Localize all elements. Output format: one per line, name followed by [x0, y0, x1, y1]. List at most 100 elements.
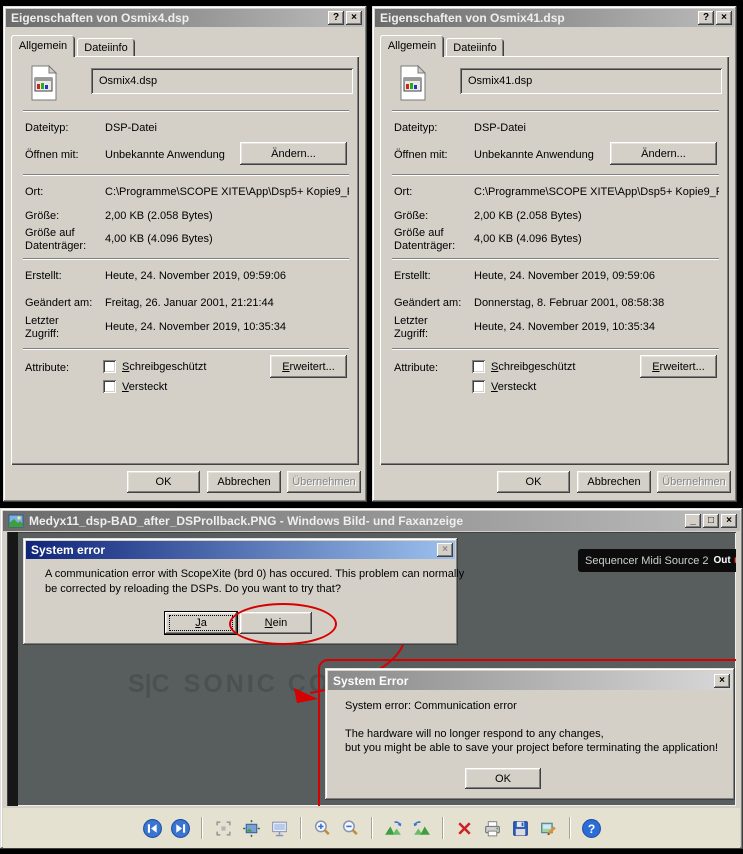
delete-button[interactable] [452, 816, 476, 840]
viewer-title: Medyx11_dsp-BAD_after_DSProllback.PNG - … [29, 514, 463, 528]
checkbox-schreibgeschuetzt[interactable] [472, 360, 485, 373]
groesse-label: Größe: [25, 210, 59, 222]
groesse-auf-value: 4,00 KB (4.096 Bytes) [105, 233, 213, 245]
title-bar[interactable]: Eigenschaften von Osmix4.dsp [6, 9, 364, 27]
zugriff-value: Heute, 24. November 2019, 10:35:34 [474, 321, 655, 333]
dialog-title: Eigenschaften von Osmix41.dsp [380, 11, 565, 25]
erweitert-button[interactable]: Erweitert... [640, 355, 717, 378]
dateityp-value: DSP-Datei [474, 122, 526, 134]
dsp-file-icon [396, 64, 430, 107]
error-message-line3: but you might be able to save your proje… [345, 742, 718, 754]
abbrechen-button[interactable]: Abbrechen [577, 471, 651, 493]
ort-label: Ort: [394, 186, 412, 198]
checkbox-versteckt[interactable] [472, 380, 485, 393]
filename-field[interactable]: Osmix41.dsp [460, 68, 722, 94]
error-message-line1: A communication error with ScopeXite (br… [45, 568, 464, 580]
uebernehmen-button[interactable]: Übernehmen [657, 471, 731, 493]
filename-value: Osmix41.dsp [468, 75, 532, 87]
title-bar[interactable]: System Error [328, 671, 732, 690]
help-button[interactable]: ? [328, 11, 344, 25]
erweitert-button[interactable]: Erweitert... [270, 355, 347, 378]
separator [392, 110, 719, 111]
rotate-counterclockwise-button[interactable] [409, 816, 433, 840]
zoom-out-button[interactable] [338, 816, 362, 840]
title-bar[interactable]: System error [26, 541, 455, 559]
close-button[interactable]: × [437, 543, 453, 557]
versteckt-label: Versteckt [122, 381, 167, 393]
ok-button[interactable]: OK [465, 768, 541, 789]
groesse-auf-value: 4,00 KB (4.096 Bytes) [474, 233, 582, 245]
erstellt-label: Erstellt: [394, 270, 431, 282]
next-image-button[interactable] [168, 816, 192, 840]
separator [23, 348, 349, 349]
sequencer-out-label: Out [714, 555, 731, 566]
viewer-title-bar[interactable]: Medyx11_dsp-BAD_after_DSProllback.PNG - … [3, 511, 740, 531]
oeffnen-label: Öffnen mit: [394, 149, 448, 161]
ja-button[interactable]: Ja [165, 612, 237, 634]
previous-image-button[interactable] [140, 816, 164, 840]
filename-value: Osmix4.dsp [99, 75, 157, 87]
erstellt-value: Heute, 24. November 2019, 09:59:06 [474, 270, 655, 282]
tab-page [380, 56, 729, 465]
tab-dateiinfo[interactable]: Dateiinfo [446, 38, 504, 57]
close-button[interactable]: × [346, 11, 362, 25]
checkbox-schreibgeschuetzt[interactable] [103, 360, 116, 373]
dateityp-label: Dateityp: [25, 122, 68, 134]
oeffnen-value: Unbekannte Anwendung [105, 149, 225, 161]
save-button[interactable] [508, 816, 532, 840]
uebernehmen-button[interactable]: Übernehmen [287, 471, 361, 493]
erstellt-value: Heute, 24. November 2019, 09:59:06 [105, 270, 286, 282]
geaendert-value: Freitag, 26. Januar 2001, 21:21:44 [105, 297, 274, 309]
slideshow-button[interactable] [267, 816, 291, 840]
error-message-line2: be corrected by reloading the DSPs. Do y… [45, 583, 341, 595]
error-message-line2: The hardware will no longer respond to a… [345, 728, 604, 740]
maximize-button[interactable]: □ [703, 514, 719, 528]
image-area: S|C SONIC CORE Sequencer Midi Source 2 O… [7, 532, 736, 806]
title-bar[interactable]: Eigenschaften von Osmix41.dsp [375, 9, 734, 27]
groesse-auf-label: Größe auf [394, 227, 444, 239]
zoom-in-button[interactable] [310, 816, 334, 840]
ok-button[interactable]: OK [497, 471, 570, 493]
close-button[interactable]: × [721, 514, 737, 528]
separator [23, 258, 349, 259]
toolbar-separator [300, 817, 301, 839]
svg-text:?: ? [587, 821, 594, 835]
versteckt-label: Versteckt [491, 381, 536, 393]
tab-allgemein[interactable]: Allgemein [380, 35, 444, 57]
erstellt-label: Erstellt: [25, 270, 62, 282]
tab-dateiinfo[interactable]: Dateiinfo [77, 38, 135, 57]
toolbar-separator [569, 817, 570, 839]
separator [23, 174, 349, 175]
actual-size-button[interactable] [239, 816, 263, 840]
filename-field[interactable]: Osmix4.dsp [91, 68, 353, 94]
dsp-file-icon [27, 64, 61, 107]
print-button[interactable] [480, 816, 504, 840]
rotate-clockwise-button[interactable] [381, 816, 405, 840]
zugriff-label: Letzter [25, 315, 59, 327]
system-error-dialog-1: System error × A communication error wit… [23, 538, 458, 645]
help-button[interactable]: ? [698, 11, 714, 25]
sequencer-text: Sequencer Midi Source 2 [585, 555, 709, 567]
minimize-button[interactable]: _ [685, 514, 701, 528]
checkbox-versteckt[interactable] [103, 380, 116, 393]
oeffnen-value: Unbekannte Anwendung [474, 149, 594, 161]
sequencer-midi-label: Sequencer Midi Source 2 Out ► [578, 549, 736, 572]
zugriff-label: Letzter [394, 315, 428, 327]
best-fit-button[interactable] [211, 816, 235, 840]
geaendert-label: Geändert am: [394, 297, 461, 309]
toolbar-separator [442, 817, 443, 839]
dateityp-label: Dateityp: [394, 122, 437, 134]
abbrechen-button[interactable]: Abbrechen [207, 471, 281, 493]
help-button[interactable]: ? [579, 816, 603, 840]
aendern-button[interactable]: Ändern... [610, 142, 717, 165]
close-button[interactable]: × [716, 11, 732, 25]
tab-allgemein[interactable]: Allgemein [11, 35, 75, 57]
attribute-label: Attribute: [25, 362, 69, 374]
toolbar-separator [201, 817, 202, 839]
close-button[interactable]: × [714, 674, 730, 688]
separator [23, 110, 349, 111]
separator [392, 174, 719, 175]
aendern-button[interactable]: Ändern... [240, 142, 347, 165]
edit-button[interactable] [536, 816, 560, 840]
ok-button[interactable]: OK [127, 471, 200, 493]
